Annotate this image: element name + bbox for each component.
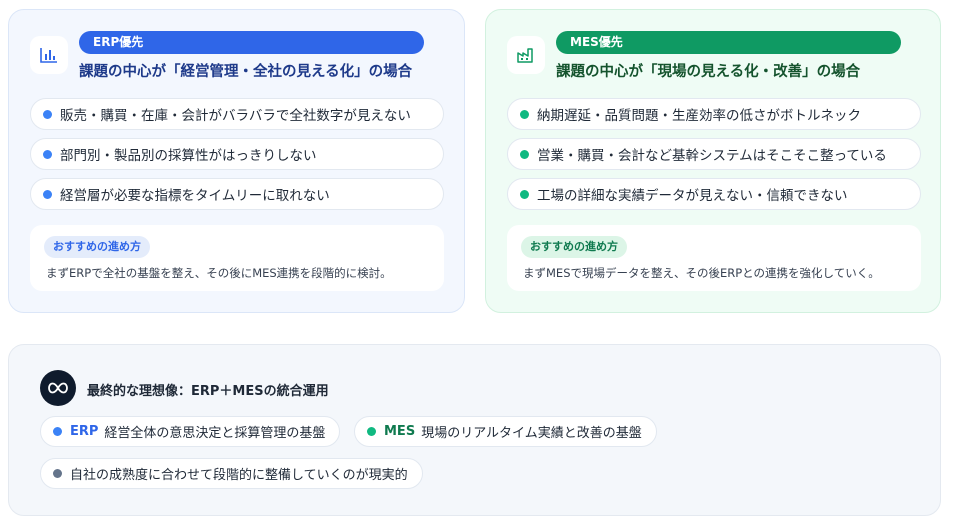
mes-recommendation-text: まずMESで現場データを整え、その後ERPとの連携を強化していく。 [523, 266, 880, 280]
erp-role-text: 経営全体の意思決定と採算管理の基盤 [104, 426, 326, 441]
bullet-dot [43, 149, 52, 159]
mes-role-chip: MES 現場のリアルタイム実績と改善の基盤 [354, 416, 657, 447]
erp-issue-text: 部門別・製品別の採算性がはっきりしない [60, 148, 317, 164]
mes-role-text: 現場のリアルタイム実績と改善の基盤 [421, 426, 642, 441]
bullet-dot [53, 427, 62, 436]
infinity-icon [40, 370, 76, 406]
erp-role-chip: ERP 経営全体の意思決定と採算管理の基盤 [40, 416, 341, 447]
approach-note-chip: 自社の成熟度に合わせて段階的に整備していくのが現実的 [40, 458, 423, 489]
bullet-dot [43, 109, 52, 119]
mes-recommendation-box: おすすめの進め方 まずMESで現場データを整え、その後ERPとの連携を強化してい… [507, 225, 921, 291]
erp-priority-card: ERP優先 課題の中心が「経営管理・全社の見える化」の場合 販売・購買・在庫・会… [8, 9, 465, 313]
erp-issue-item: 経営層が必要な指標をタイムリーに取れない [30, 178, 444, 210]
erp-issue-text: 販売・購買・在庫・会計がバラバラで全社数字が見えない [60, 108, 411, 124]
mes-issue-item: 営業・購買・会計など基幹システムはそこそこ整っている [507, 138, 921, 170]
approach-note-text: 自社の成熟度に合わせて段階的に整備していくのが現実的 [70, 468, 408, 483]
erp-issue-item: 販売・購買・在庫・会計がバラバラで全社数字が見えない [30, 98, 444, 130]
erp-recommendation-tag: おすすめの進め方 [44, 236, 150, 258]
erp-role-label: ERP [70, 424, 99, 439]
bullet-dot [43, 189, 52, 199]
mes-issue-text: 営業・購買・会計など基幹システムはそこそこ整っている [537, 148, 887, 164]
bar-chart-icon [30, 36, 68, 74]
bullet-dot [53, 469, 62, 478]
mes-recommendation-tag: おすすめの進め方 [521, 236, 627, 258]
mes-role-label: MES [384, 424, 416, 439]
erp-issue-item: 部門別・製品別の採算性がはっきりしない [30, 138, 444, 170]
bullet-dot [520, 189, 529, 199]
bullet-dot [520, 149, 529, 159]
mes-heading: 課題の中心が「現場の見える化・改善」の場合 [556, 64, 861, 80]
final-ideal-card: 最終的な理想像：ERP＋MESの統合運用 ERP 経営全体の意思決定と採算管理の… [8, 344, 941, 516]
erp-issue-text: 経営層が必要な指標をタイムリーに取れない [60, 188, 330, 204]
mes-priority-card: MES優先 課題の中心が「現場の見える化・改善」の場合 納期遅延・品質問題・生産… [485, 9, 941, 313]
erp-priority-badge: ERP優先 [79, 31, 424, 54]
mes-priority-badge: MES優先 [556, 31, 901, 54]
factory-icon [507, 36, 545, 74]
mes-issue-text: 納期遅延・品質問題・生産効率の低さがボトルネック [537, 108, 861, 124]
final-ideal-title: 最終的な理想像：ERP＋MESの統合運用 [87, 384, 329, 399]
mes-issue-item: 納期遅延・品質問題・生産効率の低さがボトルネック [507, 98, 921, 130]
bullet-dot [520, 109, 529, 119]
erp-recommendation-box: おすすめの進め方 まずERPで全社の基盤を整え、その後にMES連携を段階的に検討… [30, 225, 444, 291]
erp-recommendation-text: まずERPで全社の基盤を整え、その後にMES連携を段階的に検討。 [46, 266, 392, 280]
mes-issue-item: 工場の詳細な実績データが見えない・信頼できない [507, 178, 921, 210]
mes-issue-text: 工場の詳細な実績データが見えない・信頼できない [537, 188, 848, 204]
bullet-dot [367, 427, 376, 436]
erp-heading: 課題の中心が「経営管理・全社の見える化」の場合 [79, 64, 413, 80]
